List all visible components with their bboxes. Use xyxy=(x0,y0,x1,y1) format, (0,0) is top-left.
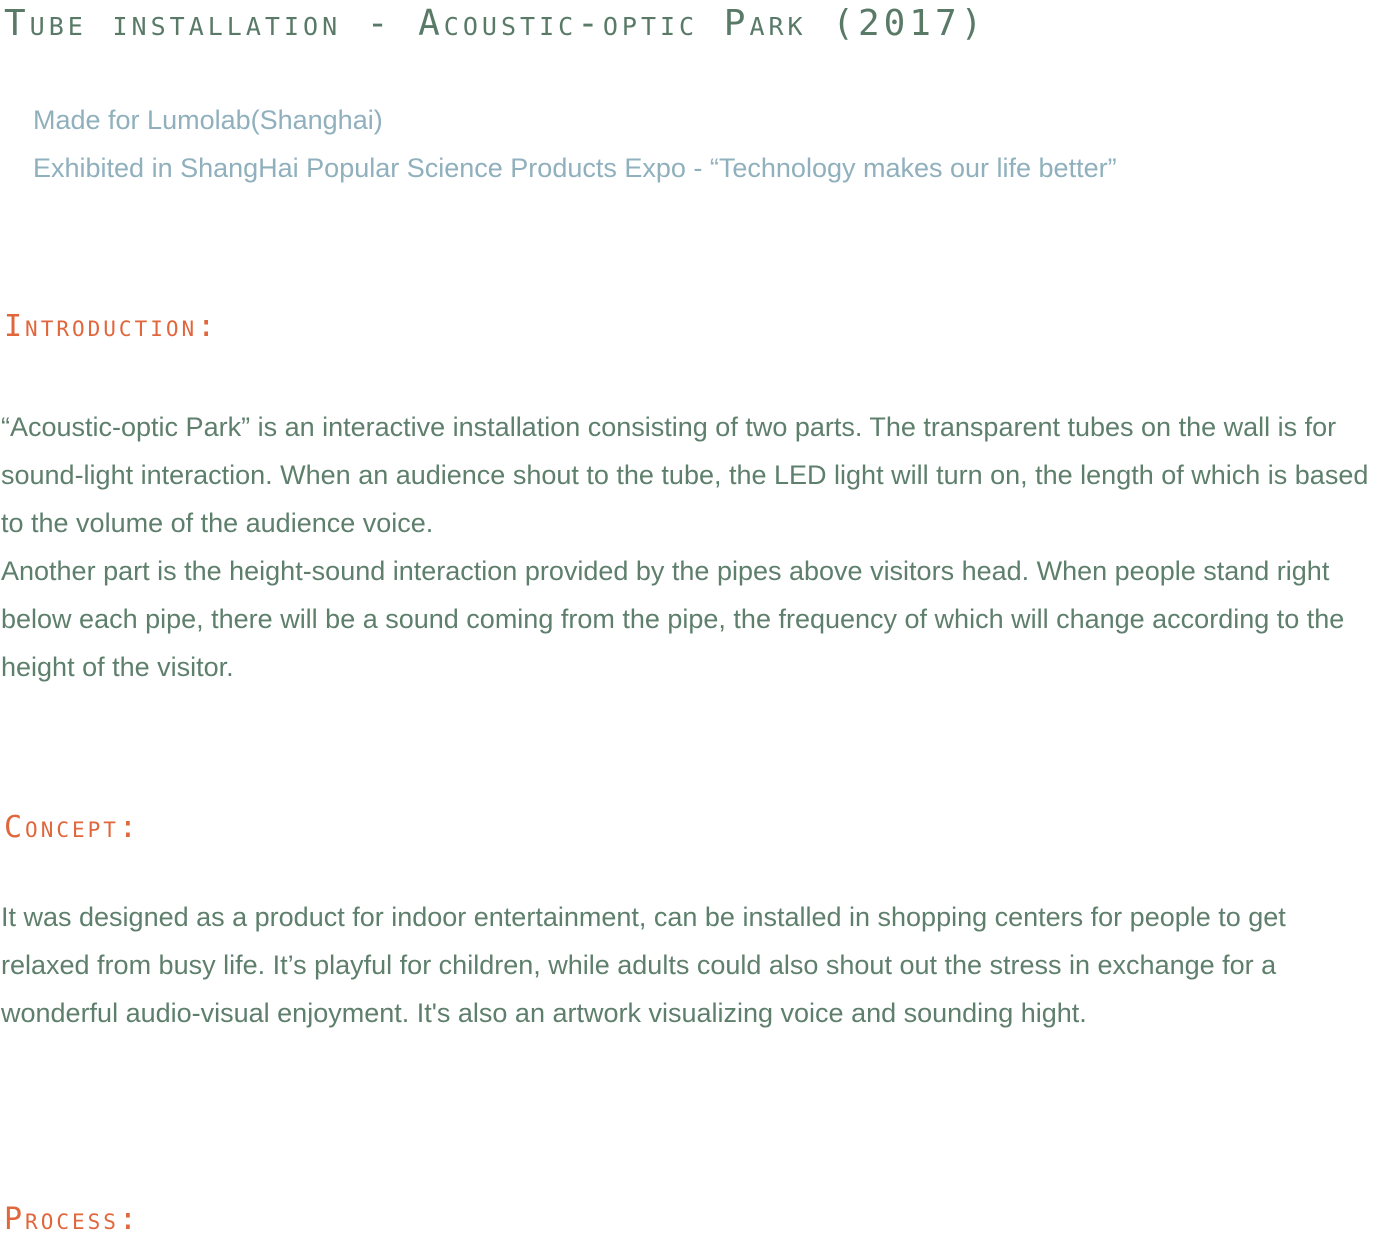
introduction-body: “Acoustic-optic Park” is an interactive … xyxy=(1,403,1373,691)
concept-body: It was designed as a product for indoor … xyxy=(1,893,1373,1037)
subtitle-block: Made for Lumolab(Shanghai) Exhibited in … xyxy=(33,96,1117,192)
exhibited-text: Exhibited in ShangHai Popular Science Pr… xyxy=(33,153,1117,183)
page-title: Tube installation - Acoustic-optic Park … xyxy=(4,3,987,44)
introduction-paragraph: “Acoustic-optic Park” is an interactive … xyxy=(1,412,1369,538)
introduction-paragraph: Another part is the height-sound interac… xyxy=(1,556,1345,682)
made-for-text: Made for Lumolab(Shanghai) xyxy=(33,105,383,135)
concept-paragraph: It was designed as a product for indoor … xyxy=(1,902,1286,1028)
process-heading: Process: xyxy=(4,1202,140,1237)
concept-heading: Concept: xyxy=(4,810,140,845)
introduction-heading: Introduction: xyxy=(4,309,219,344)
